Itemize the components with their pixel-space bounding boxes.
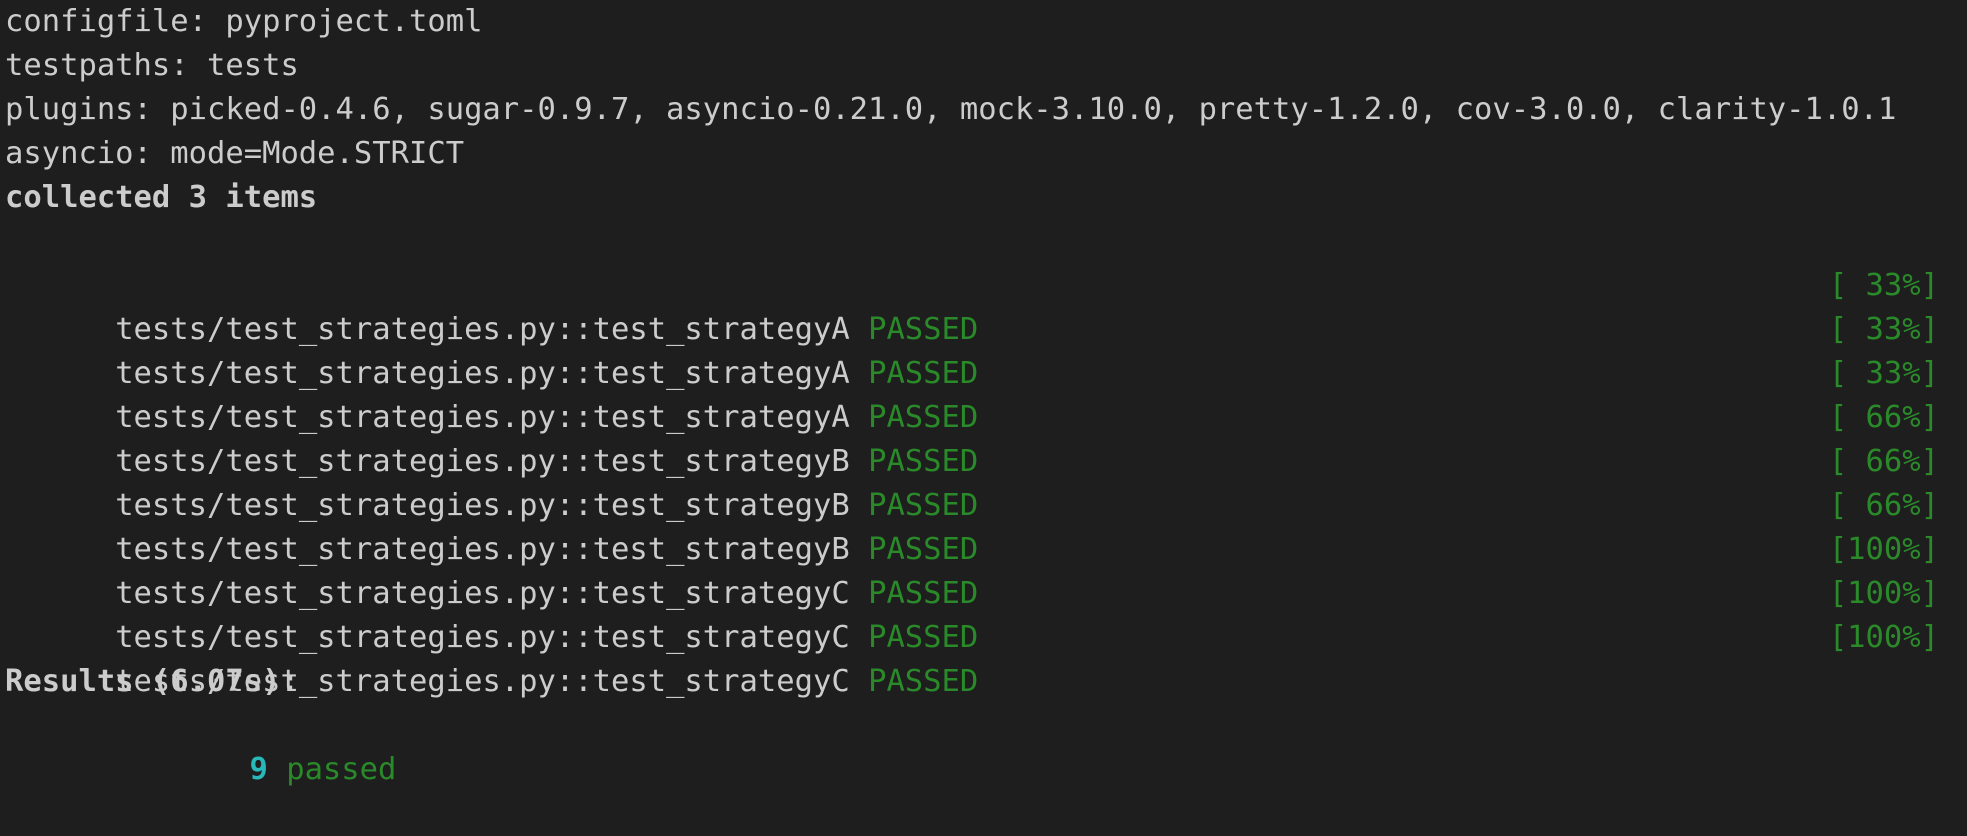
results-title: Results (6.07s): <box>5 664 299 699</box>
test-percent: [100%] <box>1828 532 1939 567</box>
asyncio-line: asyncio: mode=Mode.STRICT <box>5 136 465 171</box>
test-row: tests/test_strategies.py::test_strategyA… <box>5 264 1967 347</box>
terminal-output[interactable]: configfile: pyproject.toml testpaths: te… <box>0 0 1967 787</box>
test-row: tests/test_strategies.py::test_strategyC… <box>5 528 1967 611</box>
test-percent: [ 66%] <box>1828 444 1939 479</box>
test-row: tests/test_strategies.py::test_strategyA… <box>5 352 1967 435</box>
testpaths-line: testpaths: tests <box>5 48 299 83</box>
test-percent: [ 33%] <box>1828 312 1939 347</box>
passed-label: passed <box>286 752 397 787</box>
test-row: tests/test_strategies.py::test_strategyC… <box>5 616 1967 699</box>
test-row: tests/test_strategies.py::test_strategyB… <box>5 396 1967 479</box>
test-list: tests/test_strategies.py::test_strategyA… <box>5 264 1967 699</box>
test-percent: [ 33%] <box>1828 356 1939 391</box>
test-percent: [ 33%] <box>1828 268 1939 303</box>
test-percent: [ 66%] <box>1828 400 1939 435</box>
results-summary: 9 passed <box>5 704 1967 787</box>
test-percent: [100%] <box>1828 620 1939 655</box>
test-percent: [ 66%] <box>1828 488 1939 523</box>
test-row: tests/test_strategies.py::test_strategyC… <box>5 572 1967 655</box>
passed-count: 9 <box>249 752 268 787</box>
collected-line: collected 3 items <box>5 180 318 215</box>
plugins-line: plugins: picked-0.4.6, sugar-0.9.7, asyn… <box>5 92 1897 127</box>
test-row: tests/test_strategies.py::test_strategyB… <box>5 440 1967 523</box>
configfile-line: configfile: pyproject.toml <box>5 4 483 39</box>
test-percent: [100%] <box>1828 576 1939 611</box>
test-row: tests/test_strategies.py::test_strategyB… <box>5 484 1967 567</box>
test-row: tests/test_strategies.py::test_strategyA… <box>5 308 1967 391</box>
